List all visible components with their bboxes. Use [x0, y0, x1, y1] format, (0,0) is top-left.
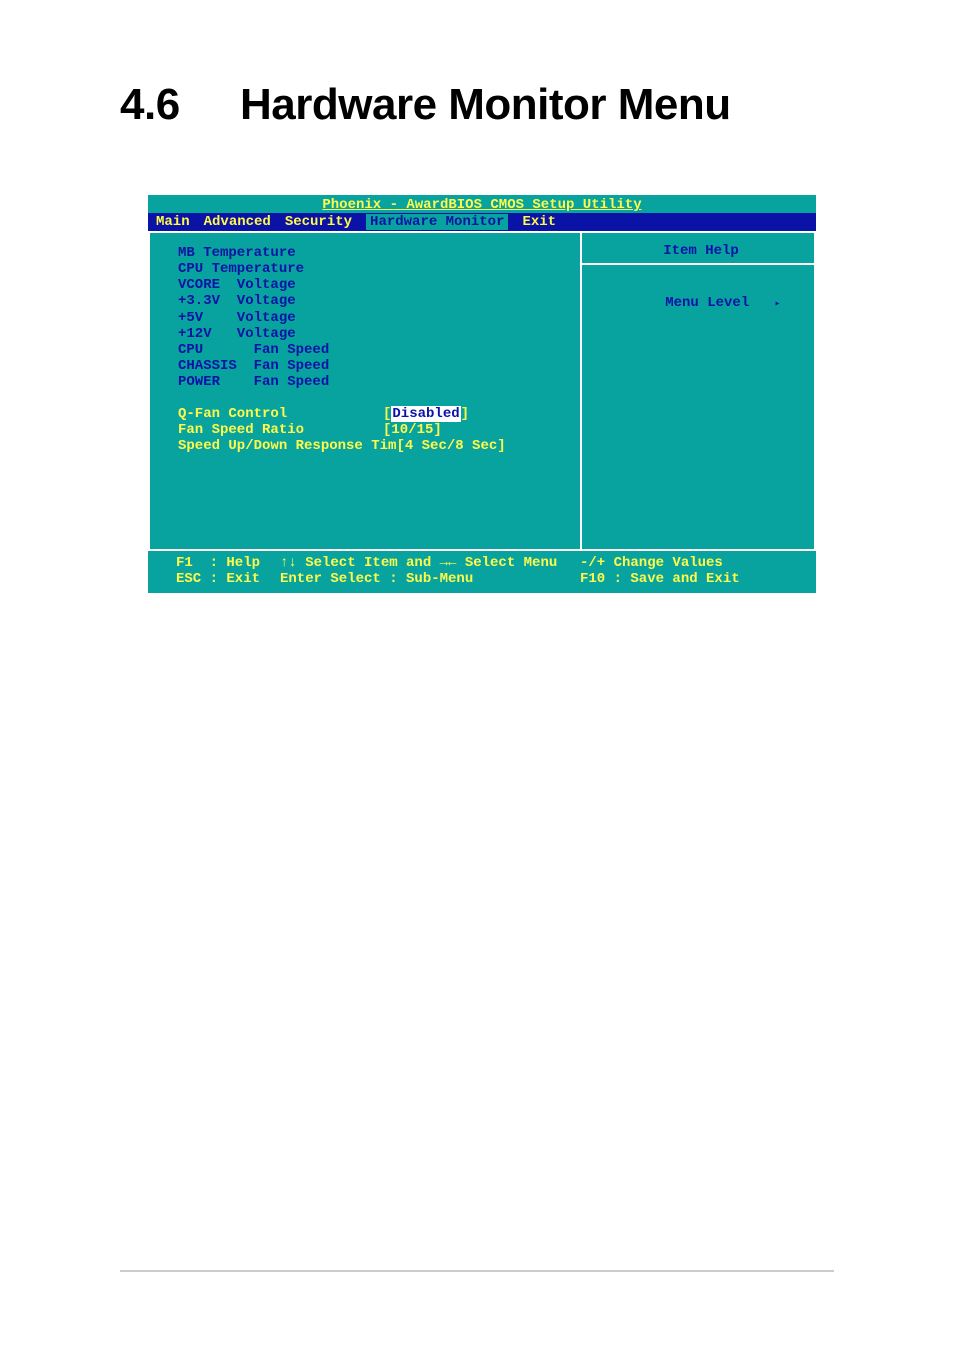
bracket-open: [	[383, 422, 391, 438]
setting-q-fan-control[interactable]: Q-Fan Control[Disabled]	[178, 406, 570, 422]
setting-fan-speed-ratio[interactable]: Fan Speed Ratio[10/15]	[178, 422, 570, 438]
bios-body: MB Temperature CPU Temperature VCORE Vol…	[148, 231, 816, 551]
menu-level-arrow-icon: ▸	[774, 299, 780, 310]
readonly-item: +3.3V Voltage	[178, 293, 570, 309]
page-footer-rule	[120, 1270, 834, 1272]
setting-label: Speed Up/Down Response Tim	[178, 438, 396, 454]
tab-security[interactable]: Security	[285, 214, 352, 230]
readonly-item: VCORE Voltage	[178, 277, 570, 293]
readonly-item: CPU Temperature	[178, 261, 570, 277]
setting-value: Disabled	[391, 406, 460, 422]
footer-esc-exit: ESC : Exit	[176, 571, 280, 587]
footer-f10-save: F10 : Save and Exit	[580, 571, 800, 587]
tab-advanced[interactable]: Advanced	[204, 214, 271, 230]
bios-title: Phoenix - AwardBIOS CMOS Setup Utility	[148, 195, 816, 213]
readonly-item: MB Temperature	[178, 245, 570, 261]
setting-value: 10/15	[391, 422, 433, 438]
bracket-close: ]	[433, 422, 441, 438]
footer-nav: ↑↓ Select Item and →← Select Menu	[280, 555, 580, 571]
bios-window: Phoenix - AwardBIOS CMOS Setup Utility M…	[148, 195, 816, 593]
bracket-close: ]	[497, 438, 505, 454]
setting-speed-response-time[interactable]: Speed Up/Down Response Tim[4 Sec/8 Sec]	[178, 438, 570, 454]
setting-label: Fan Speed Ratio	[178, 422, 383, 438]
tab-main[interactable]: Main	[156, 214, 190, 230]
readonly-item: CPU Fan Speed	[178, 342, 570, 358]
tab-exit[interactable]: Exit	[522, 214, 556, 230]
footer-change-values: -/+ Change Values	[580, 555, 800, 571]
bios-left-panel: MB Temperature CPU Temperature VCORE Vol…	[148, 231, 582, 551]
readonly-item: +5V Voltage	[178, 310, 570, 326]
menu-level-label: Menu Level	[665, 295, 749, 311]
tab-hardware-monitor[interactable]: Hardware Monitor	[366, 214, 508, 230]
bios-right-panel: Item Help Menu Level ▸	[582, 231, 816, 551]
menu-level: Menu Level ▸	[598, 279, 804, 327]
bracket-close: ]	[461, 406, 469, 422]
readonly-item: CHASSIS Fan Speed	[178, 358, 570, 374]
bios-footer: F1 : Help ↑↓ Select Item and →← Select M…	[148, 551, 816, 593]
heading-number: 4.6	[120, 80, 240, 130]
readonly-item: +12V Voltage	[178, 326, 570, 342]
bracket-open: [	[396, 438, 404, 454]
footer-f1-help: F1 : Help	[176, 555, 280, 571]
item-help-title: Item Help	[598, 243, 804, 259]
bracket-open: [	[383, 406, 391, 422]
page-heading: 4.6Hardware Monitor Menu	[120, 80, 731, 130]
setting-value: 4 Sec/8 Sec	[405, 438, 497, 454]
readonly-item: POWER Fan Speed	[178, 374, 570, 390]
bios-menu-bar: Main Advanced Security Hardware Monitor …	[148, 213, 816, 231]
setting-label: Q-Fan Control	[178, 406, 383, 422]
heading-title: Hardware Monitor Menu	[240, 80, 731, 129]
footer-enter-submenu: Enter Select : Sub-Menu	[280, 571, 580, 587]
